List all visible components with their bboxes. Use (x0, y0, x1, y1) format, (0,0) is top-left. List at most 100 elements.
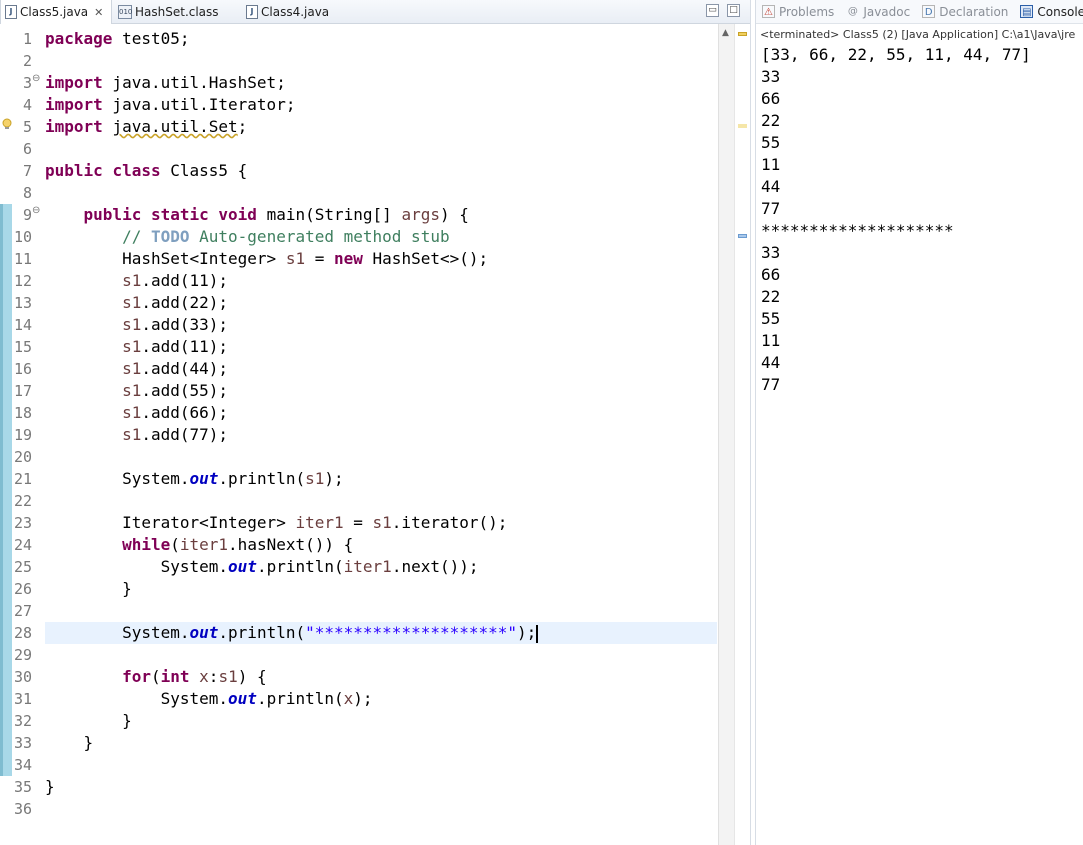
occurrence-marker[interactable] (738, 124, 747, 128)
console-line: 22 (761, 111, 781, 130)
code-line: s1.add(22); (122, 293, 229, 312)
code-line: System.out.println(s1); (45, 469, 344, 488)
line-number: 11 (13, 250, 32, 268)
code-line: public static void main(String[] args) { (83, 205, 469, 224)
console-line: 77 (761, 375, 781, 394)
code-text[interactable]: package test05; import java.util.HashSet… (45, 28, 717, 820)
problems-icon: ⚠ (762, 5, 775, 18)
line-number: 19 (13, 426, 32, 444)
console-output[interactable]: [33, 66, 22, 55, 11, 44, 77] 33 66 22 55… (761, 44, 1081, 396)
tab-class5-java[interactable]: J Class5.java ✕ (0, 0, 112, 24)
tab-declaration[interactable]: D Declaration (922, 5, 1008, 19)
line-number: 30 (13, 668, 32, 686)
console-line: 55 (761, 133, 781, 152)
code-line: s1.add(33); (122, 315, 229, 334)
line-number: 3 (22, 74, 32, 92)
code-editor[interactable]: 1 2 3 4 5 6 7 8 9 10 11 12 13 14 15 16 1… (0, 24, 750, 845)
line-number: 27 (13, 602, 32, 620)
code-line: System.out.println(x); (45, 689, 373, 708)
console-line: 33 (761, 67, 781, 86)
line-number: 22 (13, 492, 32, 510)
tab-class4-java[interactable]: J Class4.java (242, 0, 362, 24)
line-number: 21 (13, 470, 32, 488)
code-line: s1.add(11); (122, 337, 229, 356)
line-number: 17 (13, 382, 32, 400)
tab-console[interactable]: ▤ Console (1020, 5, 1083, 19)
line-number: 23 (13, 514, 32, 532)
line-number: 8 (22, 184, 32, 202)
editor-tab-bar: J Class5.java ✕ 010 HashSet.class J Clas… (0, 0, 750, 24)
tab-label: Console (1037, 4, 1083, 19)
console-line: 11 (761, 155, 781, 174)
code-line: import java.util.Iterator; (45, 95, 296, 114)
code-line: s1.add(55); (122, 381, 229, 400)
line-number: 36 (13, 800, 32, 818)
task-marker[interactable] (738, 234, 747, 238)
maximize-button[interactable]: □ (727, 4, 740, 17)
line-number: 29 (13, 646, 32, 664)
warning-marker[interactable] (738, 32, 747, 36)
line-number: 16 (13, 360, 32, 378)
line-number: 35 (13, 778, 32, 796)
tab-problems[interactable]: ⚠ Problems (762, 5, 834, 19)
code-line: } (45, 711, 132, 730)
scroll-up-arrow-icon[interactable]: ▲ (722, 28, 729, 38)
code-line: } (45, 733, 94, 752)
tab-javadoc[interactable]: @ Javadoc (846, 5, 910, 19)
tab-label: Declaration (939, 4, 1009, 19)
console-line: ******************** (761, 221, 954, 240)
console-line: 44 (761, 177, 781, 196)
console-line: 44 (761, 353, 781, 372)
console-line: 66 (761, 89, 781, 108)
minimize-button[interactable]: ▭ (706, 4, 719, 17)
line-number: 2 (22, 52, 32, 70)
javadoc-icon: @ (847, 6, 858, 17)
line-number: 25 (13, 558, 32, 576)
code-line: } (45, 777, 55, 796)
line-number: 28 (13, 624, 32, 642)
line-number: 18 (13, 404, 32, 422)
tab-label: Class4.java (261, 5, 330, 19)
line-number: 31 (13, 690, 32, 708)
line-number: 5 (22, 118, 32, 136)
tab-label: HashSet.class (135, 5, 219, 19)
code-line: s1.add(66); (122, 403, 229, 422)
code-line: import java.util.Set; (45, 117, 248, 136)
line-number: 24 (13, 536, 32, 554)
close-icon[interactable]: ✕ (94, 6, 103, 19)
console-view: ⚠ Problems @ Javadoc D Declaration ▤ Con… (756, 0, 1083, 845)
code-line: // TODO Auto-generated method stub (122, 227, 450, 246)
unused-import-warning: java.util.Set (112, 117, 238, 136)
code-line: while(iter1.hasNext()) { (122, 535, 354, 554)
line-number: 1 (22, 30, 32, 48)
declaration-icon: D (922, 5, 936, 18)
code-line: package test05; (45, 29, 190, 48)
java-file-icon: J (5, 5, 17, 19)
editor-vertical-scrollbar[interactable]: ▲ (718, 24, 734, 845)
code-line: s1.add(77); (122, 425, 229, 444)
code-line: s1.add(11); (122, 271, 229, 290)
line-number: 26 (13, 580, 32, 598)
line-number-ruler: 1 2 3 4 5 6 7 8 9 10 11 12 13 14 15 16 1… (0, 28, 36, 820)
code-line: public class Class5 { (45, 161, 248, 180)
fold-collapse-icon[interactable]: ⊖ (32, 73, 40, 84)
line-number: 34 (13, 756, 32, 774)
console-line: 22 (761, 287, 781, 306)
overview-ruler[interactable] (734, 24, 750, 845)
line-number: 9 (22, 206, 32, 224)
line-number: 6 (22, 140, 32, 158)
tab-hashset-class[interactable]: 010 HashSet.class (114, 0, 242, 24)
console-line: 77 (761, 199, 781, 218)
line-number: 10 (13, 228, 32, 246)
code-line: Iterator<Integer> iter1 = s1.iterator(); (45, 513, 508, 532)
code-line: System.out.println(iter1.next()); (45, 557, 479, 576)
fold-collapse-icon[interactable]: ⊖ (32, 205, 40, 216)
console-line: 55 (761, 309, 781, 328)
